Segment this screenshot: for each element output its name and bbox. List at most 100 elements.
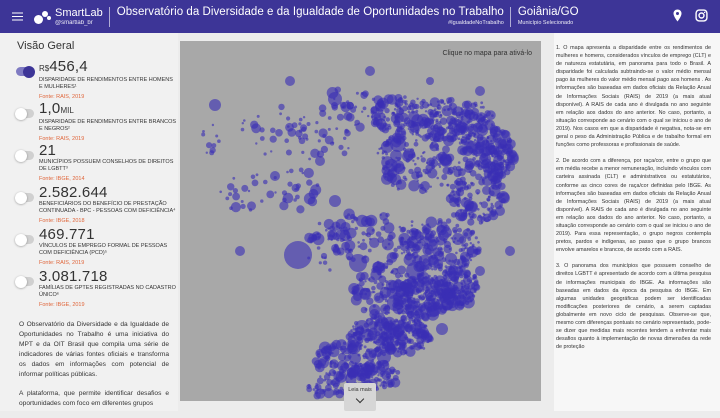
location-pin-icon[interactable] <box>671 9 684 22</box>
municipality-bubble <box>403 95 407 99</box>
municipality-bubble <box>451 276 456 282</box>
footnote: 1. O mapa apresenta a disparidade entre … <box>556 45 711 149</box>
municipality-bubble <box>278 103 285 111</box>
indicator-toggle[interactable] <box>15 149 34 162</box>
indicator-source[interactable]: Fonte: IBGE, 2019 <box>39 302 176 308</box>
indicator-toggle[interactable] <box>15 233 34 246</box>
municipality-bubble <box>400 314 408 322</box>
municipality-bubble <box>376 151 380 155</box>
indicator-toggle[interactable] <box>15 107 34 120</box>
municipality-bubble <box>346 101 354 110</box>
municipality-bubble <box>377 350 391 364</box>
municipality-bubble <box>422 276 425 280</box>
indicator-source[interactable]: Fonte: IBGE, 2014 <box>39 176 176 182</box>
indicator-value: 2.582.644 <box>39 184 108 201</box>
indicator-value: 21 <box>39 142 57 159</box>
municipality-bubble <box>251 179 259 187</box>
indicator-toggle[interactable] <box>16 65 35 78</box>
municipality-bubble <box>481 175 493 187</box>
municipality-bubble <box>446 108 450 111</box>
municipality-bubble <box>411 229 422 240</box>
municipality-bubble <box>295 194 300 200</box>
municipality-bubble <box>478 214 482 219</box>
municipality-bubble <box>362 354 365 358</box>
municipality-bubble <box>491 114 494 117</box>
municipality-bubble <box>387 379 393 386</box>
municipality-bubble <box>335 127 339 130</box>
municipality-bubble <box>433 266 438 271</box>
municipality-bubble <box>469 258 473 262</box>
indicator-source[interactable]: Fonte: RAIS, 2019 <box>39 136 176 142</box>
smartlab-logo[interactable]: SmartLab @smartlab_br <box>34 0 103 33</box>
municipality-bubble <box>371 313 377 320</box>
municipality-bubble <box>205 151 208 154</box>
municipality-bubble <box>486 136 490 139</box>
read-more-button[interactable]: Leia mais <box>344 383 376 411</box>
indicator-toggle[interactable] <box>15 191 34 204</box>
municipality-bubble <box>279 201 289 211</box>
selected-city[interactable]: Goiânia/GO Município Selecionado <box>518 6 579 26</box>
brazil-bubble-map[interactable]: Clique no mapa para ativá-lo <box>180 41 541 401</box>
municipality-bubble <box>376 99 384 107</box>
municipality-bubble <box>402 282 409 289</box>
municipality-bubble <box>414 162 417 166</box>
municipality-bubble <box>451 108 457 114</box>
municipality-bubble <box>418 294 425 301</box>
municipality-bubble <box>301 150 305 154</box>
municipality-bubble <box>482 212 485 215</box>
municipality-bubble <box>466 120 470 124</box>
municipality-bubble <box>445 153 455 162</box>
municipality-bubble <box>420 181 430 191</box>
municipality-bubble <box>437 103 441 107</box>
municipality-bubble <box>465 253 470 257</box>
municipality-bubble <box>429 143 435 149</box>
municipality-bubble <box>255 142 258 145</box>
municipality-bubble <box>395 104 399 107</box>
municipality-bubble <box>468 116 472 119</box>
indicator-source[interactable]: Fonte: RAIS, 2019 <box>39 260 176 266</box>
municipality-bubble <box>454 211 460 217</box>
municipality-bubble <box>381 238 394 251</box>
municipality-bubble <box>416 97 419 100</box>
municipality-bubble <box>418 324 422 327</box>
municipality-bubble <box>217 139 221 143</box>
municipality-bubble <box>451 259 455 263</box>
indicator-source[interactable]: Fonte: IBGE, 2018 <box>39 218 176 224</box>
municipality-bubble <box>377 122 385 131</box>
municipality-bubble <box>327 383 330 386</box>
municipality-bubble <box>328 92 342 106</box>
municipality-bubble <box>240 200 244 203</box>
municipality-bubble <box>374 322 378 326</box>
municipality-bubble <box>486 198 490 202</box>
municipality-bubble <box>373 280 378 285</box>
municipality-bubble <box>410 249 413 252</box>
municipality-bubble <box>384 323 388 326</box>
municipality-bubble <box>472 273 477 279</box>
indicator-toggle[interactable] <box>15 275 34 288</box>
municipality-bubble <box>393 247 398 253</box>
municipality-bubble <box>241 184 249 192</box>
municipality-bubble <box>391 320 397 326</box>
municipality-bubble <box>360 271 369 281</box>
instagram-icon[interactable] <box>695 9 708 22</box>
municipality-bubble <box>390 136 406 152</box>
municipality-bubble <box>403 292 409 298</box>
indicator-value: 1,0MIL <box>39 100 74 117</box>
municipality-bubble <box>408 288 414 295</box>
municipality-bubble <box>413 244 420 252</box>
municipality-bubble <box>348 283 360 295</box>
intro-text: O Observatório da Diversidade e da Igual… <box>19 320 169 418</box>
municipality-bubble <box>405 346 416 357</box>
municipality-bubble <box>426 307 430 311</box>
municipality-bubble <box>408 168 414 175</box>
municipality-bubble <box>371 285 376 291</box>
municipality-bubble <box>466 297 470 300</box>
municipality-bubble <box>341 150 348 157</box>
municipality-bubble <box>251 123 261 134</box>
municipality-bubble <box>424 110 428 113</box>
notes-panel: 1. O mapa apresenta a disparidade entre … <box>554 33 720 411</box>
municipality-bubble <box>360 92 364 95</box>
menu-icon[interactable] <box>0 0 34 33</box>
municipality-bubble <box>407 243 410 247</box>
bubble-map-canvas[interactable] <box>180 41 541 401</box>
